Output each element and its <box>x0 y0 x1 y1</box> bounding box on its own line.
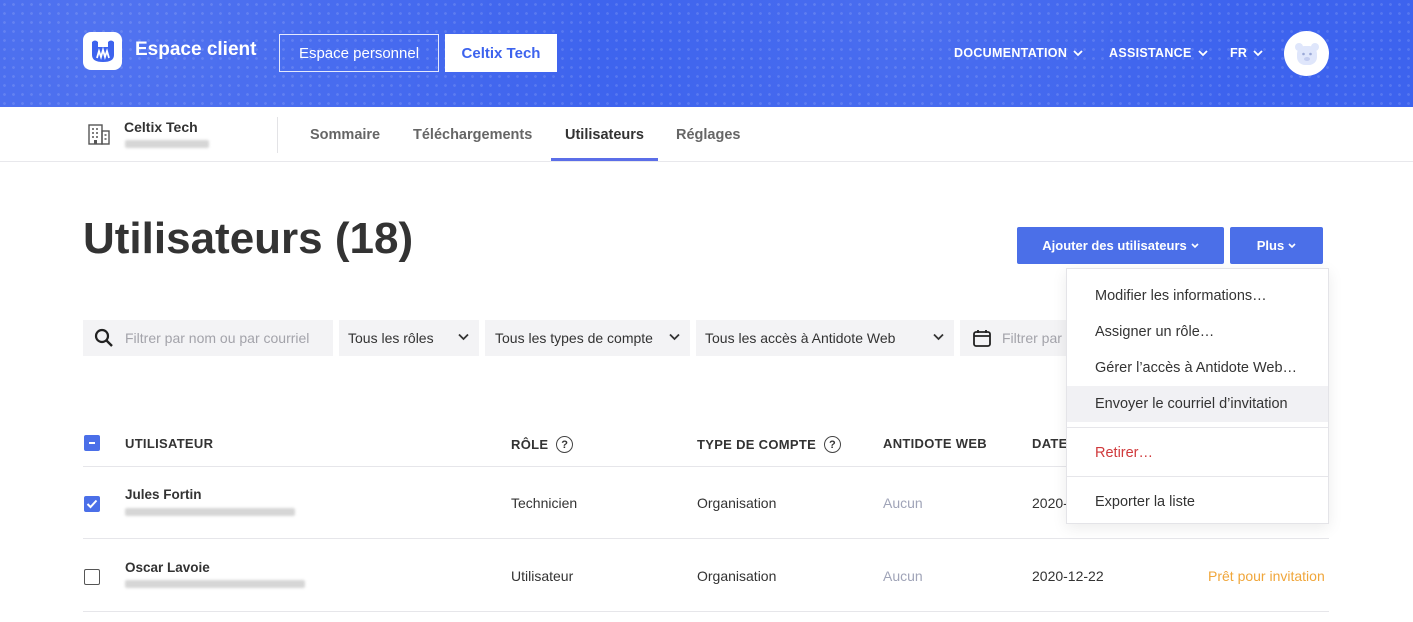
more-button[interactable]: Plus <box>1230 227 1323 264</box>
chevron-down-icon <box>1191 242 1199 248</box>
search-icon <box>94 328 113 347</box>
column-header-date-label: DATE <box>1032 436 1068 451</box>
more-label: Plus <box>1256 238 1285 253</box>
tab-users[interactable]: Utilisateurs <box>565 127 644 143</box>
table-divider <box>83 538 1329 539</box>
page-title: Utilisateurs (18) <box>83 214 414 263</box>
column-header-antidote-web[interactable]: ANTIDOTE WEB <box>883 436 987 451</box>
chevron-down-icon <box>1253 49 1263 56</box>
select-all-checkbox[interactable] <box>84 435 100 451</box>
column-header-date[interactable]: DATE <box>1032 436 1068 451</box>
search-filter[interactable]: Filtrer par nom ou par courriel <box>83 320 333 356</box>
menu-divider <box>1067 427 1328 428</box>
organization-name: Celtix Tech <box>124 119 198 135</box>
column-header-antidote-web-label: ANTIDOTE WEB <box>883 436 987 451</box>
column-header-user-label: UTILISATEUR <box>125 436 214 451</box>
organization-subnav: Celtix Tech Sommaire Téléchargements Uti… <box>0 107 1413 162</box>
checkmark-icon <box>86 499 98 509</box>
add-users-label: Ajouter des utilisateurs <box>1042 238 1187 253</box>
column-header-role-label: RÔLE <box>511 437 549 452</box>
menu-item-send-invitation[interactable]: Envoyer le courriel d’invitation <box>1067 386 1328 422</box>
subnav-divider <box>277 117 278 153</box>
column-header-user[interactable]: UTILISATEUR <box>125 436 213 451</box>
web-access-select-value: Tous les accès à Antidote Web <box>705 330 896 346</box>
organization-button[interactable]: Celtix Tech <box>445 34 557 72</box>
menu-item-edit-info[interactable]: Modifier les informations… <box>1067 278 1328 314</box>
roles-select[interactable]: Tous les rôles <box>339 320 479 356</box>
roles-select-value: Tous les rôles <box>348 330 434 346</box>
user-status-badge: Prêt pour invitation <box>1208 568 1325 584</box>
row-checkbox[interactable] <box>84 569 100 585</box>
blurred-email <box>125 580 305 588</box>
nav-assistance-label: ASSISTANCE <box>1109 46 1192 60</box>
nav-documentation[interactable]: DOCUMENTATION <box>954 46 1083 60</box>
building-icon <box>88 124 110 145</box>
language-selector[interactable]: FR <box>1230 46 1263 60</box>
chevron-down-icon <box>669 333 680 341</box>
date-input[interactable]: Filtrer par <box>1002 330 1062 346</box>
user-role: Technicien <box>511 495 578 511</box>
tab-downloads[interactable]: Téléchargements <box>413 127 532 143</box>
active-tab-indicator <box>551 158 658 161</box>
user-account-type: Organisation <box>697 495 777 511</box>
more-actions-menu: Modifier les informations… Assigner un r… <box>1066 268 1329 524</box>
search-input[interactable]: Filtrer par nom ou par courriel <box>125 330 309 346</box>
chevron-down-icon <box>933 333 944 341</box>
chevron-down-icon <box>458 333 469 341</box>
column-header-account-type-label: TYPE DE COMPTE <box>697 437 817 452</box>
web-access-select[interactable]: Tous les accès à Antidote Web <box>696 320 954 356</box>
chevron-down-icon <box>1288 242 1296 248</box>
blurred-org-id <box>125 140 209 148</box>
user-avatar[interactable] <box>1284 31 1329 76</box>
menu-divider <box>1067 476 1328 477</box>
bear-avatar-icon <box>1294 42 1319 65</box>
help-icon[interactable]: ? <box>556 436 574 453</box>
app-title: Espace client <box>135 39 257 60</box>
user-antidote-web: Aucun <box>883 568 923 584</box>
account-type-select-value: Tous les types de compte <box>495 330 653 346</box>
tab-settings[interactable]: Réglages <box>676 127 740 143</box>
menu-item-export-list[interactable]: Exporter la liste <box>1067 484 1328 520</box>
account-type-select[interactable]: Tous les types de compte <box>485 320 690 356</box>
user-account-type: Organisation <box>697 568 777 584</box>
menu-item-manage-web-access[interactable]: Gérer l’accès à Antidote Web… <box>1067 350 1328 386</box>
top-header: Espace client Espace personnel Celtix Te… <box>0 0 1413 107</box>
nav-assistance[interactable]: ASSISTANCE <box>1109 46 1208 60</box>
column-header-role[interactable]: RÔLE ? <box>511 436 574 453</box>
nav-documentation-label: DOCUMENTATION <box>954 46 1068 60</box>
menu-item-remove[interactable]: Retirer… <box>1067 435 1328 471</box>
language-label: FR <box>1230 46 1248 60</box>
user-name[interactable]: Oscar Lavoie <box>125 560 210 575</box>
user-date: 2020- <box>1032 495 1068 511</box>
tab-summary[interactable]: Sommaire <box>310 127 380 143</box>
add-users-button[interactable]: Ajouter des utilisateurs <box>1017 227 1224 264</box>
minus-icon <box>89 442 95 444</box>
personal-space-button[interactable]: Espace personnel <box>279 34 439 72</box>
antidote-logo-icon <box>91 40 114 62</box>
chevron-down-icon <box>1198 49 1208 56</box>
menu-item-assign-role[interactable]: Assigner un rôle… <box>1067 314 1328 350</box>
user-antidote-web: Aucun <box>883 495 923 511</box>
help-icon[interactable]: ? <box>824 436 842 453</box>
row-checkbox[interactable] <box>84 496 100 512</box>
date-filter[interactable]: Filtrer par <box>960 320 1066 356</box>
chevron-down-icon <box>1073 49 1083 56</box>
app-logo[interactable] <box>83 32 122 70</box>
user-role: Utilisateur <box>511 568 574 584</box>
user-name[interactable]: Jules Fortin <box>125 487 202 502</box>
table-divider <box>83 611 1329 612</box>
blurred-email <box>125 508 295 516</box>
column-header-account-type[interactable]: TYPE DE COMPTE ? <box>697 436 842 453</box>
user-date: 2020-12-22 <box>1032 568 1104 584</box>
calendar-icon <box>973 330 991 347</box>
